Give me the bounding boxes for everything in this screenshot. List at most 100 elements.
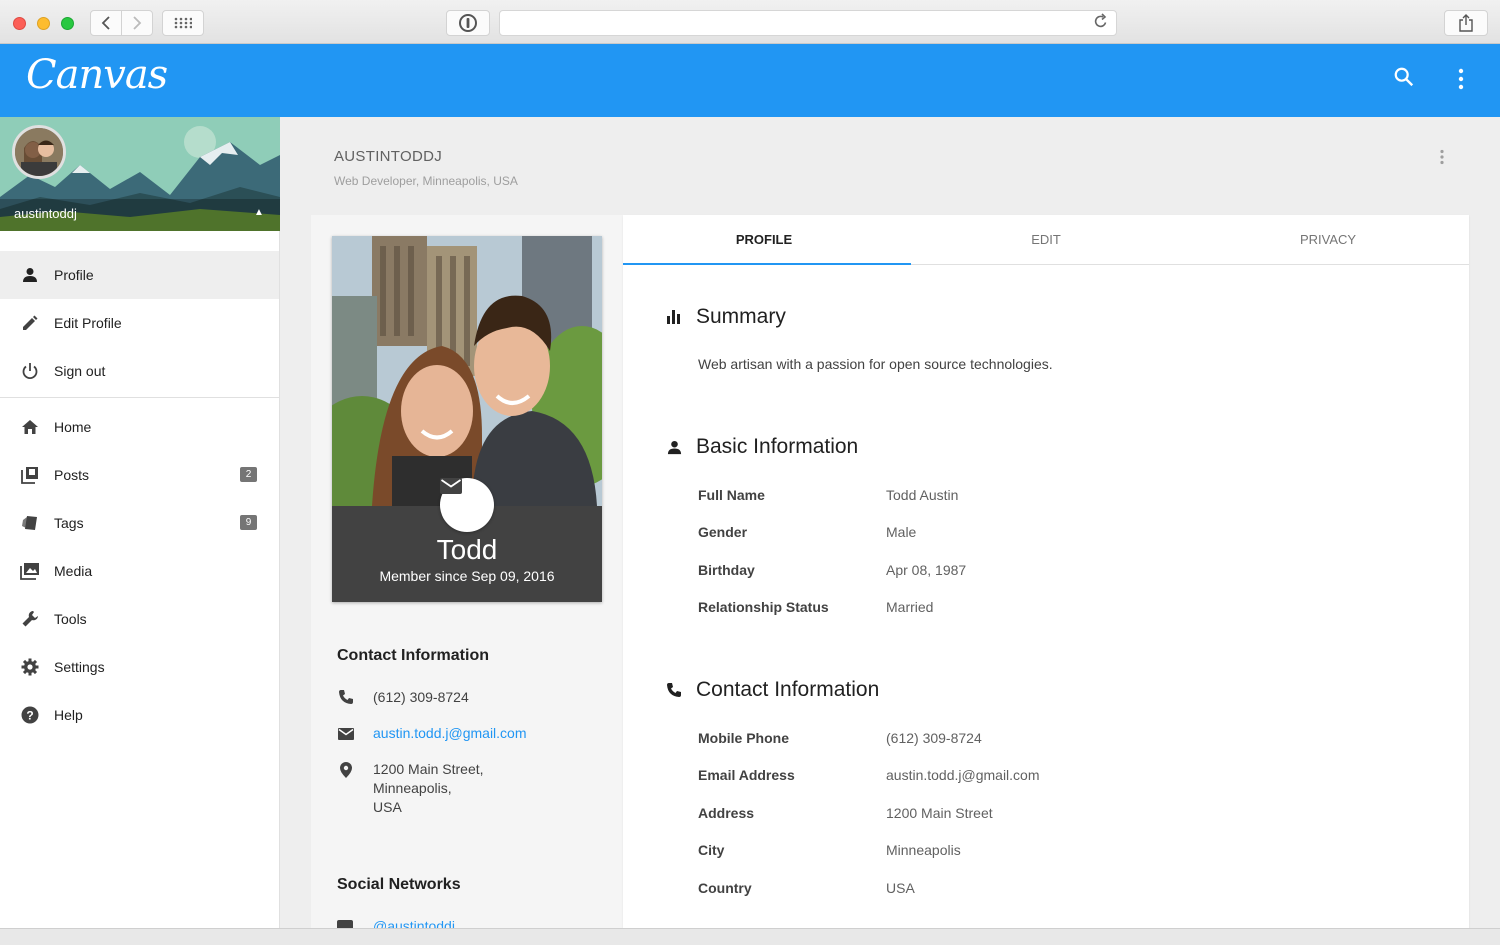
sidebar-item-label: Profile (54, 267, 94, 283)
sidebar-divider (0, 397, 279, 398)
app-logo[interactable]: Canvas (26, 52, 168, 98)
reload-icon[interactable] (1094, 13, 1108, 34)
sidebar: austintoddj ▲ Profile Edit Profile Sign … (0, 117, 280, 928)
page-more-vert-icon[interactable] (1438, 149, 1446, 170)
sidebar-item-settings[interactable]: Settings (0, 643, 279, 691)
basic-info-heading: Basic Information (665, 435, 858, 459)
app-bar: Canvas (0, 44, 1500, 117)
tab-privacy[interactable]: PRIVACY (1187, 215, 1469, 264)
contact-row-address: Address 1200 Main Street (698, 805, 993, 821)
user-avatar[interactable] (12, 125, 66, 179)
sidebar-item-help[interactable]: ? Help (0, 691, 279, 739)
basic-info-title: Basic Information (696, 435, 859, 458)
sidebar-item-sign-out[interactable]: Sign out (0, 347, 279, 395)
contact-row-city: City Minneapolis (698, 842, 961, 858)
contact-email-link[interactable]: austin.todd.j@gmail.com (373, 725, 527, 741)
contact-address-text: 1200 Main Street, Minneapolis, USA (373, 760, 484, 817)
contact-info-section-heading: Contact Information (665, 678, 879, 702)
phone-icon (337, 689, 355, 705)
media-icon (20, 561, 40, 581)
sidebar-item-label: Help (54, 707, 83, 723)
sidebar-item-label: Posts (54, 467, 90, 483)
field-value: Todd Austin (886, 487, 959, 503)
profile-tabs: PROFILE EDIT PRIVACY (623, 215, 1469, 265)
basic-row-relationship: Relationship Status Married (698, 599, 933, 615)
contact-phone: (612) 309-8724 (337, 689, 469, 705)
tab-overview-button[interactable] (162, 10, 204, 36)
sidebar-item-label: Settings (54, 659, 105, 675)
svg-text:?: ? (26, 709, 33, 723)
sidebar-username[interactable]: austintoddj (14, 206, 77, 221)
sidebar-item-label: Home (54, 419, 92, 435)
summary-text: Web artisan with a passion for open sour… (698, 356, 1053, 372)
zoom-window-button[interactable] (61, 17, 74, 30)
envelope-icon (337, 725, 355, 741)
basic-row-birthday: Birthday Apr 08, 1987 (698, 562, 966, 578)
minimize-window-button[interactable] (37, 17, 50, 30)
home-icon (20, 417, 40, 437)
tags-icon (20, 513, 40, 533)
help-icon: ? (20, 705, 40, 725)
gear-icon (20, 657, 40, 677)
field-label: City (698, 842, 725, 858)
address-bar[interactable] (499, 10, 1117, 36)
field-value: 1200 Main Street (886, 805, 993, 821)
person-icon (665, 440, 683, 455)
browser-status-bar (0, 928, 1500, 945)
field-label: Gender (698, 524, 748, 540)
password-manager-icon (459, 14, 477, 32)
contact-phone-text: (612) 309-8724 (373, 689, 469, 705)
main-content: AUSTINTODDJ Web Developer, Minneapolis, … (280, 117, 1500, 934)
profile-card: Todd Member since Sep 09, 2016 Contact I… (311, 215, 623, 934)
profile-header-image: austintoddj ▲ (0, 117, 280, 231)
contact-email: austin.todd.j@gmail.com (337, 725, 527, 741)
sidebar-item-edit-profile[interactable]: Edit Profile (0, 299, 279, 347)
field-value: austin.todd.j@gmail.com (886, 767, 1040, 783)
field-label: Mobile Phone (698, 730, 789, 746)
social-networks-heading: Social Networks (337, 876, 461, 893)
address-line-2: Minneapolis, (373, 780, 452, 796)
close-window-button[interactable] (13, 17, 26, 30)
chevron-right-icon (133, 16, 142, 30)
share-button[interactable] (1444, 10, 1488, 36)
field-label: Address (698, 805, 755, 821)
send-email-button[interactable] (440, 478, 494, 532)
sidebar-item-tools[interactable]: Tools (0, 595, 279, 643)
tab-edit[interactable]: EDIT (905, 215, 1187, 264)
sidebar-item-label: Tags (54, 515, 84, 531)
posts-count-badge: 2 (240, 467, 257, 482)
profile-details-card: PROFILE EDIT PRIVACY Summary Web artisan… (623, 215, 1469, 928)
field-value: Minneapolis (886, 842, 961, 858)
sidebar-item-label: Edit Profile (54, 315, 122, 331)
browser-toolbar (0, 0, 1500, 44)
address-line-3: USA (373, 799, 402, 815)
field-value: (612) 309-8724 (886, 730, 982, 746)
share-icon (1459, 14, 1473, 32)
sidebar-item-profile[interactable]: Profile (0, 251, 279, 299)
address-line-1: 1200 Main Street, (373, 761, 484, 777)
browser-forward-button[interactable] (121, 10, 153, 36)
more-vert-icon[interactable] (1452, 66, 1470, 97)
member-since: Member since Sep 09, 2016 (379, 568, 555, 584)
contact-row-mobile: Mobile Phone (612) 309-8724 (698, 730, 982, 746)
sidebar-item-posts[interactable]: Posts 2 (0, 451, 279, 499)
tab-profile[interactable]: PROFILE (623, 215, 911, 265)
password-manager-button[interactable] (446, 10, 490, 36)
contact-row-email: Email Address austin.todd.j@gmail.com (698, 767, 1040, 783)
profile-photo: Todd Member since Sep 09, 2016 (332, 236, 602, 602)
page-title: AUSTINTODDJ (334, 148, 443, 165)
bar-chart-icon (665, 310, 683, 324)
sidebar-item-tags[interactable]: Tags 9 (0, 499, 279, 547)
sidebar-item-media[interactable]: Media (0, 547, 279, 595)
field-value: Married (886, 599, 934, 615)
browser-back-button[interactable] (90, 10, 122, 36)
sidebar-item-home[interactable]: Home (0, 403, 279, 451)
location-pin-icon (337, 760, 355, 817)
envelope-icon (440, 478, 462, 494)
sidebar-item-label: Media (54, 563, 93, 579)
search-icon[interactable] (1393, 66, 1415, 93)
caret-up-icon[interactable]: ▲ (254, 207, 264, 218)
field-label: Country (698, 880, 752, 896)
power-icon (20, 361, 40, 381)
field-label: Email Address (698, 767, 795, 783)
